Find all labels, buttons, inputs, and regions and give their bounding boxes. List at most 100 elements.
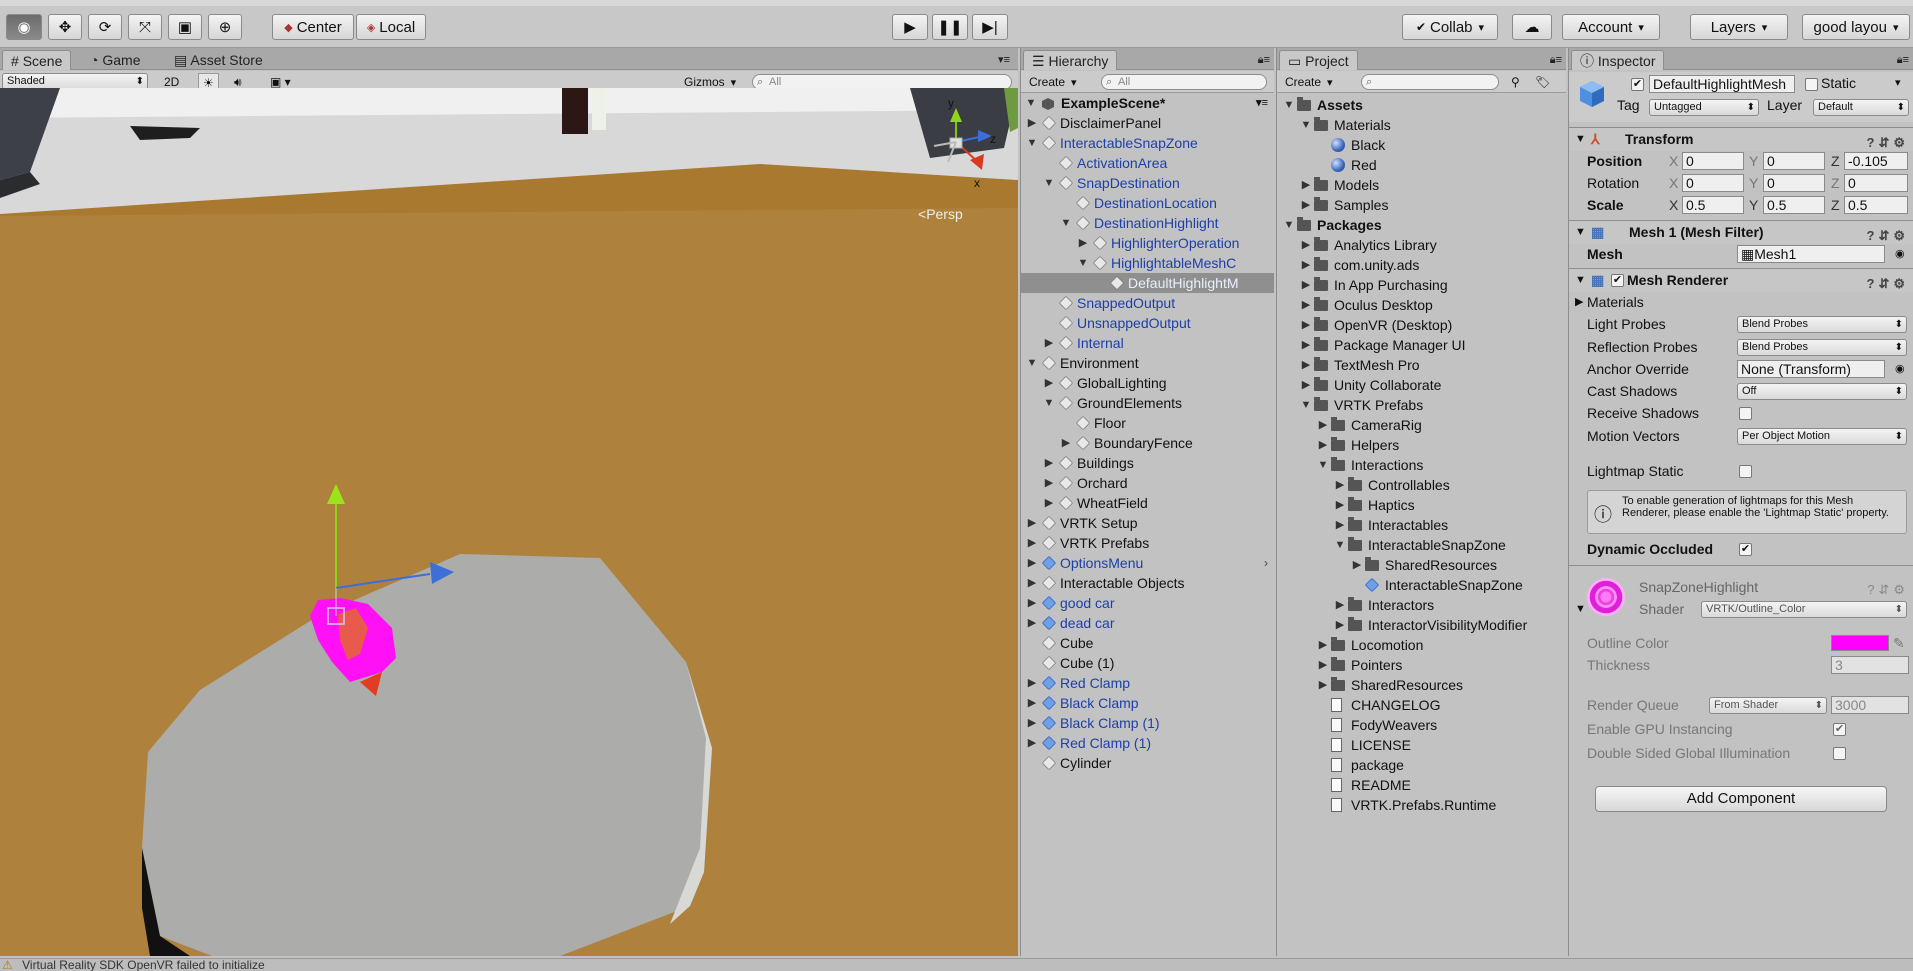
hierarchy-item[interactable]: ▶ Black Clamp <box>1021 693 1274 713</box>
hierarchy-item[interactable]: ▶ OptionsMenu › <box>1021 553 1274 573</box>
persp-toggle[interactable]: <Persp <box>918 206 963 222</box>
hierarchy-item[interactable]: ▶ GlobalLighting <box>1021 373 1274 393</box>
layer-dropdown[interactable]: Default <box>1813 99 1909 116</box>
expand-arrow-icon[interactable]: ▶ <box>1026 713 1038 733</box>
hierarchy-create-dropdown[interactable]: Create <box>1025 73 1081 91</box>
expand-arrow-icon[interactable]: ▶ <box>1043 333 1055 353</box>
project-item[interactable]: ▼ Interactions <box>1277 455 1566 475</box>
transform-tool-button[interactable]: ⊕ <box>208 14 242 40</box>
collapse-arrow-icon[interactable]: ▼ <box>1575 269 1586 292</box>
project-item[interactable]: ▶ Package Manager UI <box>1277 335 1566 355</box>
project-item[interactable]: ▼ Assets <box>1277 95 1566 115</box>
hierarchy-item[interactable]: Cube (1) <box>1021 653 1274 673</box>
inspector-lock-icon[interactable]: 🔒︎≡ <box>1895 50 1911 70</box>
light-probes-dropdown[interactable]: Blend Probes <box>1737 316 1907 333</box>
expand-arrow-icon[interactable]: ▶ <box>1334 615 1346 635</box>
project-item[interactable]: ▶ Haptics <box>1277 495 1566 515</box>
eyedropper-icon[interactable]: ✎ <box>1893 632 1905 654</box>
render-queue-dropdown[interactable]: From Shader <box>1709 697 1827 714</box>
account-dropdown[interactable]: Account <box>1562 14 1660 40</box>
project-item[interactable]: ▼ VRTK Prefabs <box>1277 395 1566 415</box>
layout-dropdown[interactable]: good layou <box>1802 14 1910 40</box>
scene-root-row[interactable]: ▼ ExampleScene* ▾≡ <box>1021 93 1274 113</box>
expand-arrow-icon[interactable]: ▼ <box>1283 215 1295 235</box>
expand-arrow-icon[interactable]: ▶ <box>1575 291 1583 313</box>
project-item[interactable]: ▼ Packages <box>1277 215 1566 235</box>
expand-arrow-icon[interactable]: ▼ <box>1043 393 1055 413</box>
project-item[interactable]: CHANGELOG <box>1277 695 1566 715</box>
hierarchy-item[interactable]: ▼ GroundElements <box>1021 393 1274 413</box>
expand-arrow-icon[interactable]: ▶ <box>1317 635 1329 655</box>
project-item[interactable]: ▶ Interactors <box>1277 595 1566 615</box>
hierarchy-item[interactable]: ▶ BoundaryFence <box>1021 433 1274 453</box>
static-dropdown[interactable]: ▾ <box>1895 72 1901 94</box>
expand-arrow-icon[interactable]: ▶ <box>1026 513 1038 533</box>
hierarchy-item[interactable]: ▶ HighlighterOperation <box>1021 233 1274 253</box>
pause-button[interactable]: ❚❚ <box>932 14 968 40</box>
view-tool-button[interactable]: ◉ <box>6 14 42 40</box>
materials-row[interactable]: ▶ Materials <box>1569 291 1913 313</box>
position-x-field[interactable]: 0 <box>1682 152 1744 170</box>
hierarchy-item[interactable]: Cylinder <box>1021 753 1274 773</box>
project-item[interactable]: ▶ Pointers <box>1277 655 1566 675</box>
expand-arrow-icon[interactable]: ▼ <box>1026 353 1038 373</box>
hierarchy-item[interactable]: ▶ Red Clamp (1) <box>1021 733 1274 753</box>
layers-dropdown[interactable]: Layers <box>1690 14 1788 40</box>
expand-arrow-icon[interactable]: ▶ <box>1300 275 1312 295</box>
expand-arrow-icon[interactable]: ▶ <box>1026 733 1038 753</box>
pivot-local-button[interactable]: ◈ Local <box>356 14 426 40</box>
hierarchy-item[interactable]: DestinationLocation <box>1021 193 1274 213</box>
scale-z-field[interactable]: 0.5 <box>1844 196 1908 214</box>
project-search-input[interactable]: ⌕ <box>1361 74 1499 90</box>
tab-hierarchy[interactable]: ☰ Hierarchy <box>1023 50 1118 70</box>
expand-arrow-icon[interactable]: ▶ <box>1334 595 1346 615</box>
expand-arrow-icon[interactable]: ▶ <box>1317 415 1329 435</box>
hierarchy-item[interactable]: ▼ InteractableSnapZone <box>1021 133 1274 153</box>
hierarchy-item[interactable]: ActivationArea <box>1021 153 1274 173</box>
rect-tool-button[interactable]: ▣ <box>168 14 202 40</box>
expand-arrow-icon[interactable]: ▼ <box>1283 95 1295 115</box>
play-button[interactable]: ▶ <box>892 14 928 40</box>
hierarchy-item[interactable]: ▶ VRTK Setup <box>1021 513 1274 533</box>
expand-arrow-icon[interactable]: ▼ <box>1025 93 1037 113</box>
project-item[interactable]: ▼ Materials <box>1277 115 1566 135</box>
project-item[interactable]: LICENSE <box>1277 735 1566 755</box>
expand-arrow-icon[interactable]: ▼ <box>1060 213 1072 233</box>
hierarchy-item[interactable]: ▶ Interactable Objects <box>1021 573 1274 593</box>
tag-dropdown[interactable]: Untagged <box>1649 99 1759 116</box>
collapse-arrow-icon[interactable]: ▼ <box>1575 221 1586 244</box>
render-queue-field[interactable]: 3000 <box>1831 696 1909 714</box>
hierarchy-item[interactable]: ▶ DisclaimerPanel <box>1021 113 1274 133</box>
mesh-field[interactable]: ▦Mesh1 <box>1737 245 1885 263</box>
gpu-instancing-checkbox[interactable]: ✔ <box>1833 723 1846 736</box>
expand-arrow-icon[interactable]: ▶ <box>1317 675 1329 695</box>
object-name-field[interactable]: DefaultHighlightMesh <box>1649 75 1795 93</box>
project-item[interactable]: ▶ Unity Collaborate <box>1277 375 1566 395</box>
project-item[interactable]: ▶ Analytics Library <box>1277 235 1566 255</box>
object-picker-icon[interactable]: ◉ <box>1895 243 1905 265</box>
thickness-field[interactable]: 3 <box>1831 656 1909 674</box>
hierarchy-item[interactable]: ▼ HighlightableMeshC <box>1021 253 1274 273</box>
project-item[interactable]: VRTK.Prefabs.Runtime <box>1277 795 1566 815</box>
filter-by-label-icon[interactable]: 🏷︎ <box>1531 73 1554 91</box>
hierarchy-item[interactable]: DefaultHighlightM <box>1021 273 1274 293</box>
step-button[interactable]: ▶| <box>972 14 1008 40</box>
project-item[interactable]: ▶ OpenVR (Desktop) <box>1277 315 1566 335</box>
hierarchy-item[interactable]: ▶ Orchard <box>1021 473 1274 493</box>
hierarchy-item[interactable]: ▶ WheatField <box>1021 493 1274 513</box>
hierarchy-item[interactable]: ▶ Internal <box>1021 333 1274 353</box>
expand-arrow-icon[interactable]: ▼ <box>1317 455 1329 475</box>
expand-arrow-icon[interactable]: ▶ <box>1043 493 1055 513</box>
project-lock-icon[interactable]: 🔒︎≡ <box>1548 50 1564 70</box>
rotation-x-field[interactable]: 0 <box>1682 174 1744 192</box>
project-item[interactable]: ▶ Controllables <box>1277 475 1566 495</box>
expand-arrow-icon[interactable]: ▶ <box>1351 555 1363 575</box>
project-item[interactable]: ▶ In App Purchasing <box>1277 275 1566 295</box>
motion-vectors-dropdown[interactable]: Per Object Motion <box>1737 428 1907 445</box>
mesh-renderer-enabled-checkbox[interactable]: ✔ <box>1611 274 1624 287</box>
rotation-z-field[interactable]: 0 <box>1844 174 1908 192</box>
scale-y-field[interactable]: 0.5 <box>1763 196 1825 214</box>
anchor-override-field[interactable]: None (Transform) <box>1737 360 1885 378</box>
static-checkbox[interactable] <box>1805 78 1818 91</box>
expand-arrow-icon[interactable]: ▼ <box>1334 535 1346 555</box>
